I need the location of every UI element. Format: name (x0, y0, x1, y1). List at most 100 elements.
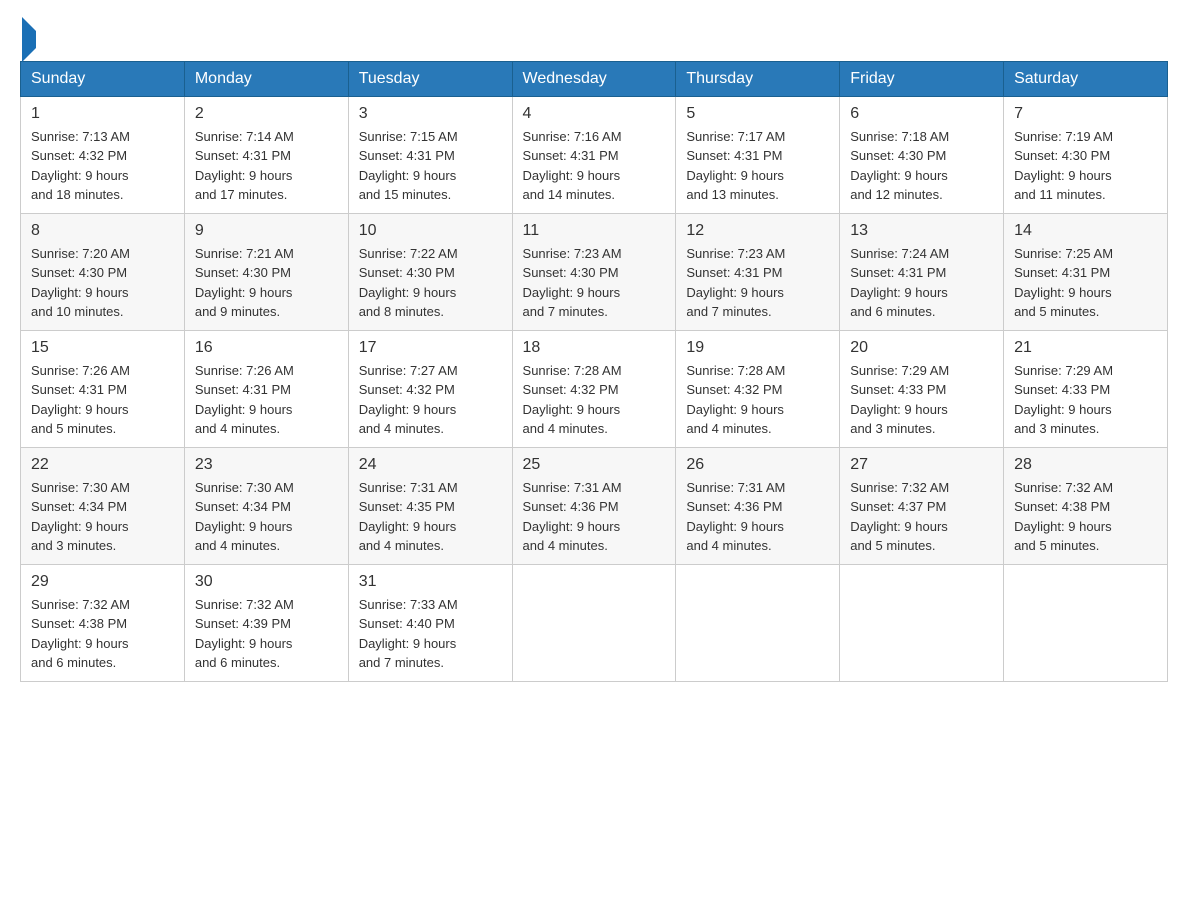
daylight-minutes: and 4 minutes. (195, 421, 280, 436)
day-info: Sunrise: 7:30 AM Sunset: 4:34 PM Dayligh… (195, 478, 338, 556)
daylight-minutes: and 17 minutes. (195, 187, 288, 202)
day-number: 5 (686, 105, 829, 123)
sunrise-label: Sunrise: 7:22 AM (359, 246, 458, 261)
daylight-minutes: and 5 minutes. (1014, 538, 1099, 553)
day-info: Sunrise: 7:15 AM Sunset: 4:31 PM Dayligh… (359, 127, 502, 205)
daylight-label: Daylight: 9 hours (31, 285, 129, 300)
sunset-label: Sunset: 4:40 PM (359, 616, 455, 631)
sunset-label: Sunset: 4:35 PM (359, 499, 455, 514)
calendar-cell: 7 Sunrise: 7:19 AM Sunset: 4:30 PM Dayli… (1004, 96, 1168, 213)
day-info: Sunrise: 7:28 AM Sunset: 4:32 PM Dayligh… (523, 361, 666, 439)
daylight-minutes: and 7 minutes. (359, 655, 444, 670)
sunset-label: Sunset: 4:31 PM (195, 148, 291, 163)
day-number: 7 (1014, 105, 1157, 123)
day-info: Sunrise: 7:17 AM Sunset: 4:31 PM Dayligh… (686, 127, 829, 205)
calendar-cell: 13 Sunrise: 7:24 AM Sunset: 4:31 PM Dayl… (840, 213, 1004, 330)
calendar-body: 1 Sunrise: 7:13 AM Sunset: 4:32 PM Dayli… (21, 96, 1168, 681)
sunset-label: Sunset: 4:31 PM (686, 148, 782, 163)
day-number: 25 (523, 456, 666, 474)
calendar-week-row: 29 Sunrise: 7:32 AM Sunset: 4:38 PM Dayl… (21, 564, 1168, 681)
calendar-week-row: 22 Sunrise: 7:30 AM Sunset: 4:34 PM Dayl… (21, 447, 1168, 564)
sunrise-label: Sunrise: 7:31 AM (686, 480, 785, 495)
sunset-label: Sunset: 4:32 PM (523, 382, 619, 397)
sunset-label: Sunset: 4:30 PM (1014, 148, 1110, 163)
daylight-minutes: and 8 minutes. (359, 304, 444, 319)
calendar-cell: 27 Sunrise: 7:32 AM Sunset: 4:37 PM Dayl… (840, 447, 1004, 564)
daylight-label: Daylight: 9 hours (686, 402, 784, 417)
day-number: 20 (850, 339, 993, 357)
daylight-minutes: and 14 minutes. (523, 187, 616, 202)
daylight-minutes: and 4 minutes. (359, 421, 444, 436)
daylight-minutes: and 12 minutes. (850, 187, 943, 202)
day-info: Sunrise: 7:21 AM Sunset: 4:30 PM Dayligh… (195, 244, 338, 322)
day-header-saturday: Saturday (1004, 61, 1168, 96)
day-number: 23 (195, 456, 338, 474)
daylight-minutes: and 9 minutes. (195, 304, 280, 319)
day-number: 22 (31, 456, 174, 474)
calendar-cell: 17 Sunrise: 7:27 AM Sunset: 4:32 PM Dayl… (348, 330, 512, 447)
daylight-minutes: and 4 minutes. (686, 421, 771, 436)
sunset-label: Sunset: 4:32 PM (31, 148, 127, 163)
calendar-cell: 25 Sunrise: 7:31 AM Sunset: 4:36 PM Dayl… (512, 447, 676, 564)
day-info: Sunrise: 7:31 AM Sunset: 4:36 PM Dayligh… (686, 478, 829, 556)
daylight-minutes: and 4 minutes. (359, 538, 444, 553)
day-number: 14 (1014, 222, 1157, 240)
daylight-label: Daylight: 9 hours (359, 285, 457, 300)
daylight-minutes: and 18 minutes. (31, 187, 124, 202)
calendar-cell: 14 Sunrise: 7:25 AM Sunset: 4:31 PM Dayl… (1004, 213, 1168, 330)
day-info: Sunrise: 7:30 AM Sunset: 4:34 PM Dayligh… (31, 478, 174, 556)
daylight-label: Daylight: 9 hours (359, 519, 457, 534)
day-number: 18 (523, 339, 666, 357)
sunrise-label: Sunrise: 7:31 AM (523, 480, 622, 495)
day-info: Sunrise: 7:24 AM Sunset: 4:31 PM Dayligh… (850, 244, 993, 322)
sunrise-label: Sunrise: 7:20 AM (31, 246, 130, 261)
sunrise-label: Sunrise: 7:24 AM (850, 246, 949, 261)
day-info: Sunrise: 7:23 AM Sunset: 4:30 PM Dayligh… (523, 244, 666, 322)
calendar-cell: 20 Sunrise: 7:29 AM Sunset: 4:33 PM Dayl… (840, 330, 1004, 447)
daylight-minutes: and 7 minutes. (686, 304, 771, 319)
day-header-wednesday: Wednesday (512, 61, 676, 96)
calendar-cell: 30 Sunrise: 7:32 AM Sunset: 4:39 PM Dayl… (184, 564, 348, 681)
calendar-cell: 16 Sunrise: 7:26 AM Sunset: 4:31 PM Dayl… (184, 330, 348, 447)
daylight-label: Daylight: 9 hours (850, 519, 948, 534)
daylight-label: Daylight: 9 hours (523, 285, 621, 300)
calendar-cell: 18 Sunrise: 7:28 AM Sunset: 4:32 PM Dayl… (512, 330, 676, 447)
sunrise-label: Sunrise: 7:15 AM (359, 129, 458, 144)
day-info: Sunrise: 7:32 AM Sunset: 4:38 PM Dayligh… (1014, 478, 1157, 556)
day-info: Sunrise: 7:20 AM Sunset: 4:30 PM Dayligh… (31, 244, 174, 322)
sunset-label: Sunset: 4:31 PM (195, 382, 291, 397)
day-info: Sunrise: 7:28 AM Sunset: 4:32 PM Dayligh… (686, 361, 829, 439)
page-header (20, 20, 1168, 51)
day-info: Sunrise: 7:27 AM Sunset: 4:32 PM Dayligh… (359, 361, 502, 439)
day-info: Sunrise: 7:33 AM Sunset: 4:40 PM Dayligh… (359, 595, 502, 673)
calendar-week-row: 8 Sunrise: 7:20 AM Sunset: 4:30 PM Dayli… (21, 213, 1168, 330)
calendar-cell: 4 Sunrise: 7:16 AM Sunset: 4:31 PM Dayli… (512, 96, 676, 213)
calendar-cell: 2 Sunrise: 7:14 AM Sunset: 4:31 PM Dayli… (184, 96, 348, 213)
day-number: 13 (850, 222, 993, 240)
sunrise-label: Sunrise: 7:32 AM (1014, 480, 1113, 495)
daylight-label: Daylight: 9 hours (31, 168, 129, 183)
calendar-week-row: 1 Sunrise: 7:13 AM Sunset: 4:32 PM Dayli… (21, 96, 1168, 213)
day-number: 24 (359, 456, 502, 474)
daylight-minutes: and 4 minutes. (686, 538, 771, 553)
daylight-minutes: and 13 minutes. (686, 187, 779, 202)
sunrise-label: Sunrise: 7:32 AM (850, 480, 949, 495)
calendar-table: SundayMondayTuesdayWednesdayThursdayFrid… (20, 61, 1168, 682)
sunset-label: Sunset: 4:31 PM (359, 148, 455, 163)
daylight-label: Daylight: 9 hours (850, 402, 948, 417)
day-number: 6 (850, 105, 993, 123)
daylight-label: Daylight: 9 hours (1014, 168, 1112, 183)
sunrise-label: Sunrise: 7:23 AM (523, 246, 622, 261)
day-info: Sunrise: 7:23 AM Sunset: 4:31 PM Dayligh… (686, 244, 829, 322)
sunset-label: Sunset: 4:34 PM (195, 499, 291, 514)
daylight-label: Daylight: 9 hours (195, 168, 293, 183)
calendar-cell: 5 Sunrise: 7:17 AM Sunset: 4:31 PM Dayli… (676, 96, 840, 213)
sunrise-label: Sunrise: 7:26 AM (195, 363, 294, 378)
sunset-label: Sunset: 4:31 PM (31, 382, 127, 397)
calendar-cell: 28 Sunrise: 7:32 AM Sunset: 4:38 PM Dayl… (1004, 447, 1168, 564)
day-info: Sunrise: 7:29 AM Sunset: 4:33 PM Dayligh… (850, 361, 993, 439)
sunset-label: Sunset: 4:32 PM (359, 382, 455, 397)
calendar-cell (676, 564, 840, 681)
logo (20, 20, 36, 51)
daylight-label: Daylight: 9 hours (850, 168, 948, 183)
